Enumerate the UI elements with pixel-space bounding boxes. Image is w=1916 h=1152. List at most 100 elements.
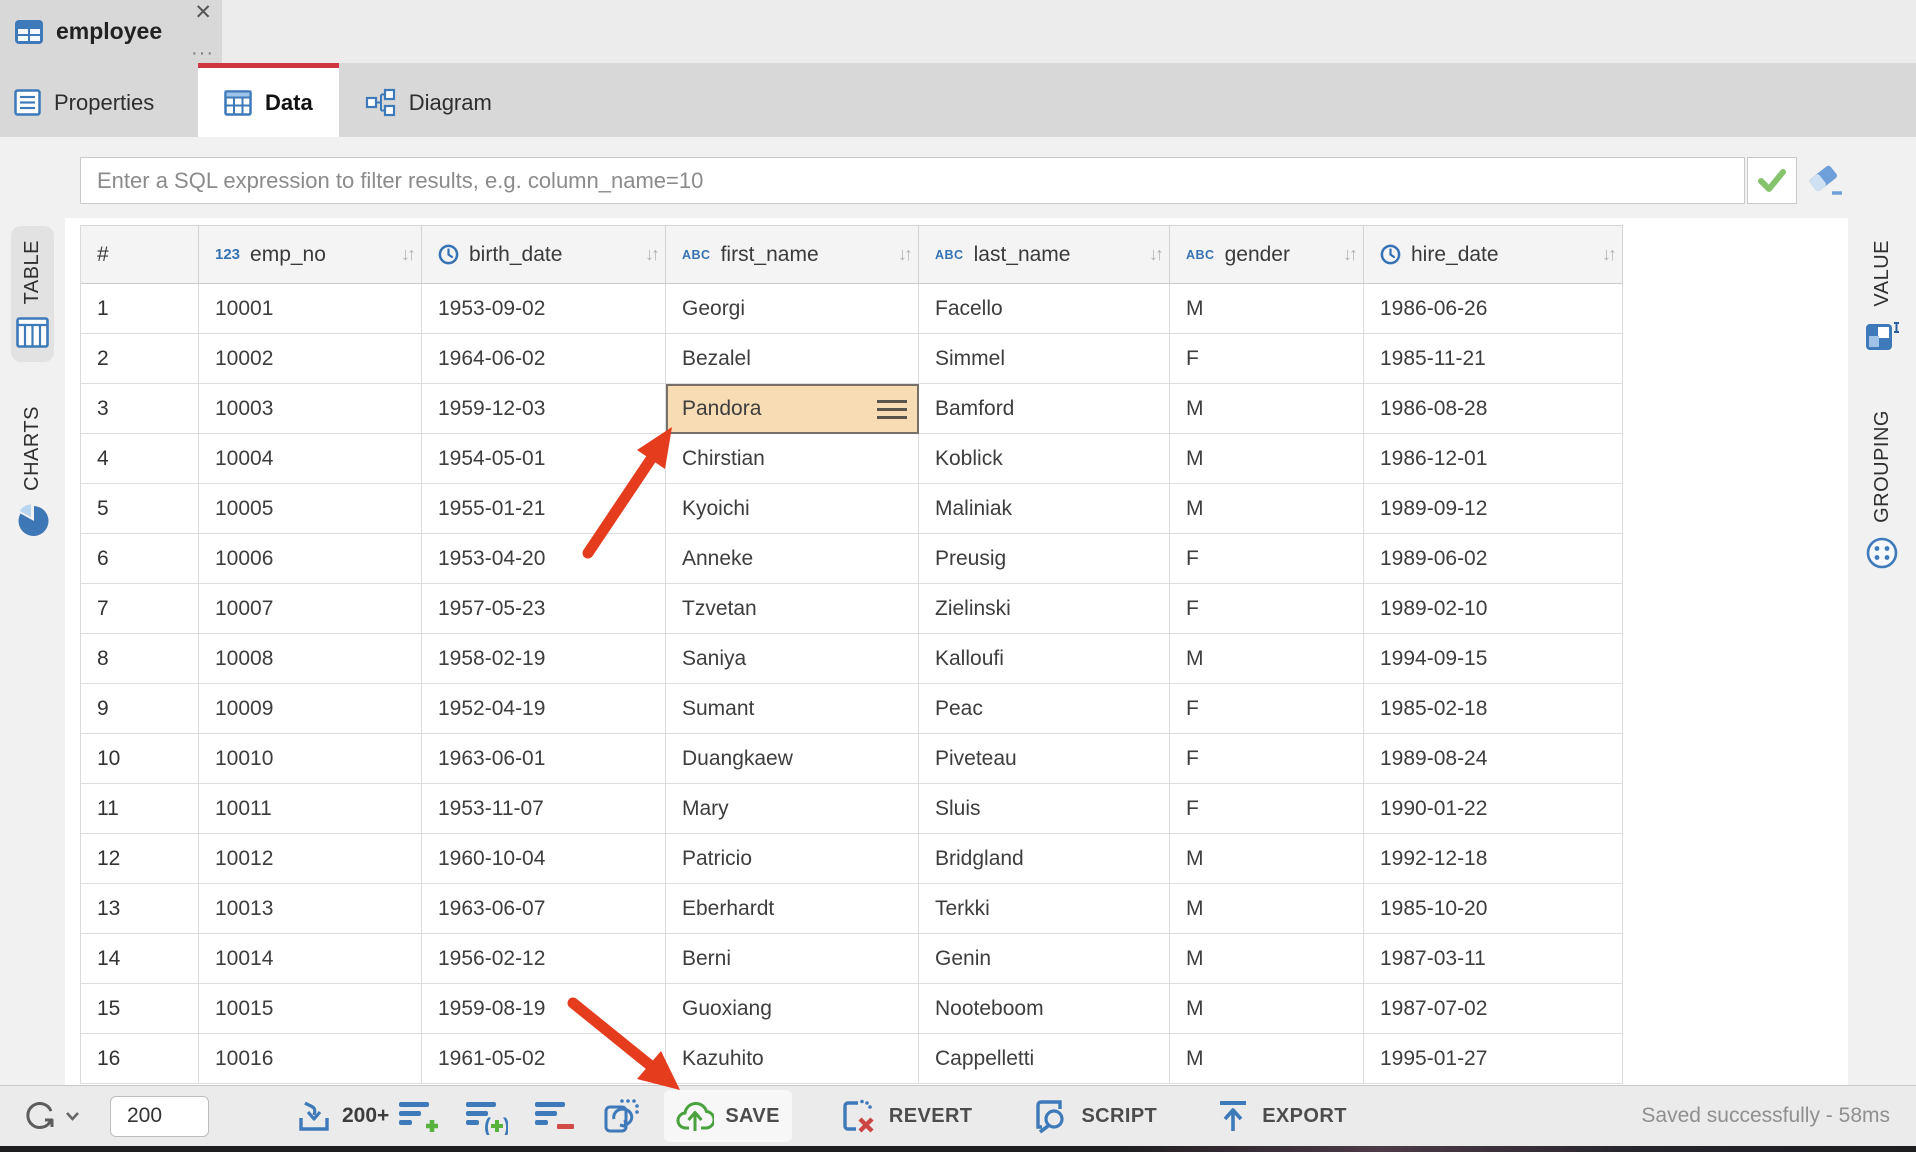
data-cell[interactable]: 10012 — [199, 834, 422, 884]
duplicate-row-icon[interactable]: ( ) — [464, 1097, 508, 1135]
row-number-cell[interactable]: 10 — [81, 734, 199, 784]
data-cell[interactable]: M — [1170, 934, 1364, 984]
close-icon[interactable]: ✕ — [194, 1, 212, 25]
data-cell[interactable]: Saniya — [666, 634, 919, 684]
column-header-rownum[interactable]: # — [81, 226, 199, 284]
data-cell[interactable]: 1955-01-21 — [422, 484, 666, 534]
data-cell[interactable]: Cappelletti — [919, 1034, 1170, 1084]
data-cell[interactable]: 1987-07-02 — [1364, 984, 1623, 1034]
sort-icon[interactable]: ↓↑ — [645, 244, 657, 265]
delete-row-icon[interactable] — [533, 1097, 575, 1135]
data-cell[interactable]: Kyoichi — [666, 484, 919, 534]
data-cell[interactable]: 1957-05-23 — [422, 584, 666, 634]
data-cell[interactable]: Sumant — [666, 684, 919, 734]
selected-cell[interactable]: Pandora — [666, 384, 919, 434]
data-cell[interactable]: Eberhardt — [666, 884, 919, 934]
data-cell[interactable]: Bezalel — [666, 334, 919, 384]
data-cell[interactable]: Duangkaew — [666, 734, 919, 784]
row-number-cell[interactable]: 2 — [81, 334, 199, 384]
data-cell[interactable]: 1987-03-11 — [1364, 934, 1623, 984]
data-cell[interactable]: 1960-10-04 — [422, 834, 666, 884]
data-cell[interactable]: 1964-06-02 — [422, 334, 666, 384]
tab-diagram[interactable]: Diagram — [339, 63, 518, 137]
panel-tab-charts[interactable]: CHARTS — [12, 392, 54, 550]
panel-tab-table[interactable]: TABLE — [11, 226, 54, 362]
sort-icon[interactable]: ↓↑ — [1149, 244, 1161, 265]
column-header-birth_date[interactable]: birth_date↓↑ — [422, 226, 666, 284]
data-cell[interactable]: 10007 — [199, 584, 422, 634]
panel-tab-value[interactable]: VALUE — [1860, 226, 1904, 366]
data-cell[interactable]: M — [1170, 434, 1364, 484]
data-cell[interactable]: Anneke — [666, 534, 919, 584]
data-cell[interactable]: Terkki — [919, 884, 1170, 934]
data-cell[interactable]: 10005 — [199, 484, 422, 534]
script-button[interactable]: SCRIPT — [1018, 1090, 1169, 1142]
panel-tab-grouping[interactable]: GROUPING — [1860, 396, 1904, 584]
data-cell[interactable]: F — [1170, 684, 1364, 734]
fetch-next-page-button[interactable]: 200+ — [295, 1098, 389, 1134]
data-cell[interactable]: 10016 — [199, 1034, 422, 1084]
sql-filter-input[interactable] — [80, 157, 1745, 204]
data-cell[interactable]: Sluis — [919, 784, 1170, 834]
data-cell[interactable]: 1985-11-21 — [1364, 334, 1623, 384]
data-cell[interactable]: Kalloufi — [919, 634, 1170, 684]
more-options-icon[interactable]: ··· — [191, 45, 214, 61]
data-cell[interactable]: M — [1170, 834, 1364, 884]
data-cell[interactable]: Tzvetan — [666, 584, 919, 634]
data-cell[interactable]: 1953-04-20 — [422, 534, 666, 584]
data-cell[interactable]: Zielinski — [919, 584, 1170, 634]
data-cell[interactable]: 1989-06-02 — [1364, 534, 1623, 584]
row-number-cell[interactable]: 6 — [81, 534, 199, 584]
data-cell[interactable]: 10009 — [199, 684, 422, 734]
column-header-gender[interactable]: ABCgender↓↑ — [1170, 226, 1364, 284]
row-number-cell[interactable]: 13 — [81, 884, 199, 934]
document-tab-employee[interactable]: employee ✕ ··· — [0, 0, 222, 63]
data-cell[interactable]: M — [1170, 634, 1364, 684]
data-cell[interactable]: 1989-02-10 — [1364, 584, 1623, 634]
sort-icon[interactable]: ↓↑ — [898, 244, 910, 265]
data-cell[interactable]: 10010 — [199, 734, 422, 784]
clear-filter-button[interactable] — [1806, 164, 1846, 198]
row-number-cell[interactable]: 5 — [81, 484, 199, 534]
column-header-first_name[interactable]: ABCfirst_name↓↑ — [666, 226, 919, 284]
data-cell[interactable]: 10013 — [199, 884, 422, 934]
data-cell[interactable]: Genin — [919, 934, 1170, 984]
data-cell[interactable]: 1990-01-22 — [1364, 784, 1623, 834]
data-cell[interactable]: Nooteboom — [919, 984, 1170, 1034]
data-cell[interactable]: 1953-11-07 — [422, 784, 666, 834]
data-cell[interactable]: F — [1170, 584, 1364, 634]
row-number-cell[interactable]: 11 — [81, 784, 199, 834]
add-row-icon[interactable] — [397, 1097, 439, 1135]
data-cell[interactable]: 1963-06-07 — [422, 884, 666, 934]
data-cell[interactable]: 1986-08-28 — [1364, 384, 1623, 434]
refresh-button[interactable] — [22, 1098, 80, 1134]
data-cell[interactable]: Bridgland — [919, 834, 1170, 884]
tab-data[interactable]: Data — [198, 63, 339, 137]
row-number-cell[interactable]: 1 — [81, 284, 199, 334]
data-cell[interactable]: 10004 — [199, 434, 422, 484]
data-cell[interactable]: Kazuhito — [666, 1034, 919, 1084]
data-cell[interactable]: Facello — [919, 284, 1170, 334]
cell-menu-icon[interactable] — [877, 400, 907, 419]
data-cell[interactable]: M — [1170, 484, 1364, 534]
data-cell[interactable]: Guoxiang — [666, 984, 919, 1034]
data-cell[interactable]: M — [1170, 984, 1364, 1034]
data-cell[interactable]: 1961-05-02 — [422, 1034, 666, 1084]
data-cell[interactable]: 10014 — [199, 934, 422, 984]
data-cell[interactable]: Chirstian — [666, 434, 919, 484]
data-cell[interactable]: 1952-04-19 — [422, 684, 666, 734]
data-cell[interactable]: 1954-05-01 — [422, 434, 666, 484]
data-cell[interactable]: Georgi — [666, 284, 919, 334]
data-cell[interactable]: 1963-06-01 — [422, 734, 666, 784]
row-number-cell[interactable]: 4 — [81, 434, 199, 484]
export-button[interactable]: EXPORT — [1203, 1090, 1359, 1142]
sort-icon[interactable]: ↓↑ — [1602, 244, 1614, 265]
data-cell[interactable]: 1992-12-18 — [1364, 834, 1623, 884]
data-cell[interactable]: 1956-02-12 — [422, 934, 666, 984]
data-cell[interactable]: 1994-09-15 — [1364, 634, 1623, 684]
row-number-cell[interactable]: 14 — [81, 934, 199, 984]
data-cell[interactable]: Piveteau — [919, 734, 1170, 784]
data-cell[interactable]: 1985-02-18 — [1364, 684, 1623, 734]
data-cell[interactable]: M — [1170, 884, 1364, 934]
data-cell[interactable]: M — [1170, 384, 1364, 434]
